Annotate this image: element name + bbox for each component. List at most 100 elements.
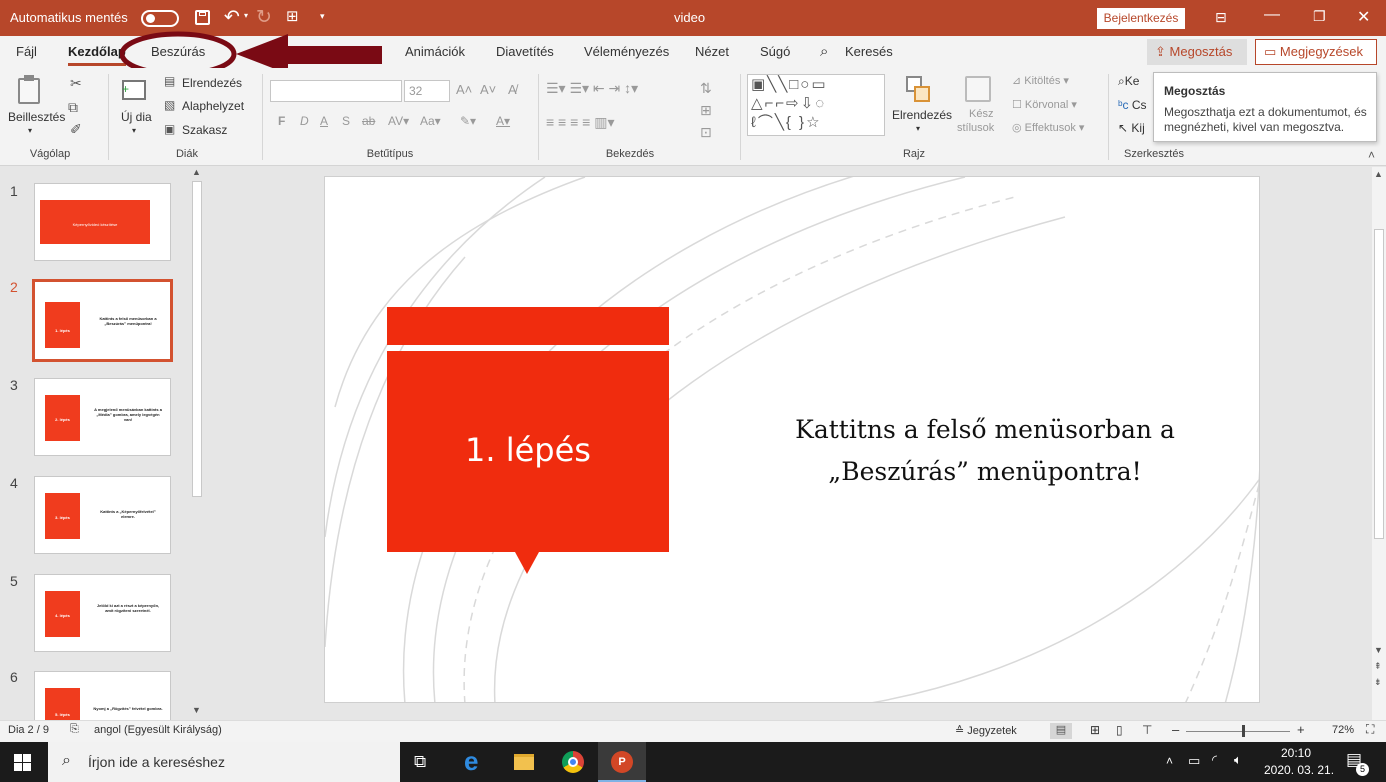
start-button[interactable] — [14, 754, 31, 771]
customize-qat-icon[interactable]: ▾ — [320, 11, 325, 22]
section-button[interactable]: Szakasz — [182, 123, 227, 137]
font-color-icon[interactable]: A▾ — [496, 114, 510, 128]
tab-search[interactable]: Keresés — [845, 36, 893, 68]
restore-icon[interactable]: ❐ — [1313, 8, 1326, 25]
slide-thumbnail-3[interactable]: 2. lépés A megjelenő menüsávban kattints… — [34, 378, 171, 456]
chrome-icon[interactable] — [562, 751, 584, 773]
tab-view[interactable]: Nézet — [695, 36, 729, 68]
normal-view-icon[interactable]: ▤ — [1050, 723, 1072, 739]
powerpoint-taskbar-button[interactable]: P — [598, 742, 646, 782]
signin-button[interactable]: Bejelentkezés — [1097, 8, 1185, 29]
reset-button[interactable]: Alaphelyzet — [182, 99, 244, 113]
file-explorer-icon[interactable] — [514, 754, 534, 770]
layout-button[interactable]: Elrendezés — [182, 76, 242, 90]
wifi-icon[interactable]: ◜ — [1212, 752, 1217, 768]
strikethrough-icon[interactable]: ab — [362, 114, 375, 128]
next-slide-icon[interactable]: ⇟ — [1374, 677, 1382, 688]
arrange-button[interactable]: Elrendezés ▾ — [892, 74, 952, 140]
thumbnail-scroll-thumb[interactable] — [192, 181, 202, 497]
slide-title-bar[interactable] — [387, 307, 669, 345]
zoom-level[interactable]: 72% — [1332, 724, 1354, 736]
share-button[interactable]: ⇪ Megosztás — [1147, 39, 1247, 65]
zoom-in-icon[interactable]: + — [1297, 722, 1305, 737]
new-slide-button[interactable]: + Új dia ▾ — [112, 72, 156, 142]
slide-thumbnail-2[interactable]: 1. lépés Kattints a felső menüsorban a „… — [32, 279, 173, 362]
text-direction-icon[interactable]: ⇅ — [700, 80, 712, 97]
font-name-box[interactable] — [270, 80, 402, 102]
show-hidden-icons[interactable]: ˄ — [1166, 754, 1173, 768]
replace-button[interactable]: ᵇc Cs — [1118, 98, 1147, 112]
thumbnail-scrollbar[interactable]: ▲ ▼ — [190, 167, 204, 720]
italic-button[interactable]: D — [300, 114, 309, 128]
editor-scroll-thumb[interactable] — [1374, 229, 1384, 539]
clock-time[interactable]: 20:10 — [1281, 746, 1311, 760]
bold-button[interactable]: F — [278, 114, 285, 128]
minimize-icon[interactable]: — — [1264, 6, 1280, 24]
cut-icon[interactable]: ✂ — [70, 76, 82, 90]
tab-animations[interactable]: Animációk — [405, 36, 465, 68]
comments-button[interactable]: ▭ Megjegyzések — [1255, 39, 1377, 65]
shape-fill-button[interactable]: ⊿ Kitöltés ▾ — [1012, 74, 1069, 87]
tab-file[interactable]: Fájl — [16, 36, 37, 68]
task-view-icon[interactable]: ⧉ — [414, 752, 426, 772]
grow-font-icon[interactable]: A˄ — [456, 82, 472, 97]
slideshow-view-icon[interactable]: ⊤ — [1142, 723, 1152, 737]
tab-slideshow[interactable]: Diavetítés — [496, 36, 554, 68]
undo-icon[interactable]: ↶ — [224, 6, 240, 29]
underline-button[interactable]: A — [320, 114, 328, 128]
spellcheck-icon[interactable]: ⎘ — [70, 723, 79, 736]
collapse-ribbon-icon[interactable]: ˄ — [1368, 148, 1375, 162]
slide-thumbnail-5[interactable]: 4. lépés Jelöld ki azt a részt a képerny… — [34, 574, 171, 652]
quick-styles-button[interactable]: Kész stílusok — [955, 74, 1005, 140]
taskbar-search-box[interactable]: ⌕ Írjon ide a kereséshez — [48, 742, 400, 782]
language-indicator[interactable]: angol (Egyesült Királyság) — [94, 724, 222, 736]
close-icon[interactable]: ✕ — [1357, 7, 1370, 27]
tab-help[interactable]: Súgó — [760, 36, 790, 68]
prev-slide-icon[interactable]: ⇞ — [1374, 661, 1382, 672]
find-button[interactable]: ⌕Ke — [1118, 74, 1139, 89]
clock-date[interactable]: 2020. 03. 21. — [1264, 763, 1334, 777]
slide-step-box[interactable]: 1. lépés — [387, 351, 669, 552]
shapes-gallery[interactable]: ▣╲╲□○▭ △⌐⌐⇨⇩◌ ℓ⌒╲{ }☆ — [747, 74, 885, 136]
slide-thumbnail-6[interactable]: 5. lépés Nyomj a „Rögzítés” felvétel gom… — [34, 671, 171, 721]
slide-sorter-icon[interactable]: ⊞ — [1090, 723, 1100, 737]
change-case-icon[interactable]: Aa▾ — [420, 114, 441, 128]
current-slide[interactable]: 1. lépés Kattitns a felső menüsorban a „… — [324, 176, 1260, 703]
slide-thumbnail-1[interactable]: Képernyővideó készítése — [34, 183, 171, 261]
save-icon[interactable] — [195, 10, 210, 25]
autosave-toggle[interactable] — [141, 10, 179, 27]
shape-outline-button[interactable]: ☐ Körvonal ▾ — [1012, 98, 1077, 111]
notes-button[interactable]: ≙ Jegyzetek — [955, 724, 1017, 737]
zoom-slider-thumb[interactable] — [1242, 725, 1245, 737]
format-painter-icon[interactable]: ✐ — [70, 122, 82, 136]
shadow-button[interactable]: S — [342, 114, 350, 128]
slide-body-text[interactable]: Kattitns a felső menüsorban a „Beszúrás”… — [735, 409, 1235, 493]
ribbon-display-icon[interactable]: ⊟ — [1215, 9, 1227, 26]
zoom-slider[interactable] — [1186, 725, 1290, 737]
battery-icon[interactable]: ▭ — [1188, 753, 1200, 769]
alignment-icons[interactable]: ≡ ≡ ≡ ≡ ▥▾ — [546, 114, 615, 131]
smartart-icon[interactable]: ⊡ — [700, 124, 712, 141]
present-icon[interactable]: ⊞ — [286, 7, 299, 25]
tab-home[interactable]: Kezdőlap — [68, 36, 126, 66]
volume-icon[interactable]: 🔈︎ — [1234, 752, 1242, 768]
highlight-icon[interactable]: ✎▾ — [460, 114, 476, 128]
align-text-icon[interactable]: ⊞ — [700, 102, 712, 119]
edge-icon[interactable]: e — [464, 746, 478, 777]
shrink-font-icon[interactable]: A˅ — [480, 82, 496, 97]
slide-thumbnail-4[interactable]: 3. lépés Kattints a „Képernyőfelvétel” e… — [34, 476, 171, 554]
bullets-icon[interactable]: ☰▾ ☰▾ ⇤ ⇥ ↕▾ — [546, 80, 638, 97]
paste-button[interactable]: Beillesztés ▾ — [6, 72, 65, 142]
copy-icon[interactable]: ⧉ — [68, 100, 78, 114]
clear-format-icon[interactable]: A̸ — [508, 82, 517, 97]
char-spacing-icon[interactable]: AV▾ — [388, 114, 409, 128]
zoom-out-icon[interactable]: – — [1172, 722, 1179, 737]
tab-review[interactable]: Véleményezés — [584, 36, 669, 68]
fit-to-window-icon[interactable]: ⛶ — [1366, 722, 1374, 737]
undo-dropdown-icon[interactable]: ▾ — [244, 11, 248, 20]
reading-view-icon[interactable]: ▯ — [1116, 723, 1123, 737]
shape-effects-button[interactable]: ◎ Effektusok ▾ — [1012, 121, 1084, 134]
editor-scrollbar[interactable]: ▲ ▼ ⇞ ⇟ — [1372, 167, 1386, 720]
select-button[interactable]: ↖ Kij — [1118, 121, 1145, 135]
font-size-box[interactable]: 32 — [404, 80, 450, 102]
